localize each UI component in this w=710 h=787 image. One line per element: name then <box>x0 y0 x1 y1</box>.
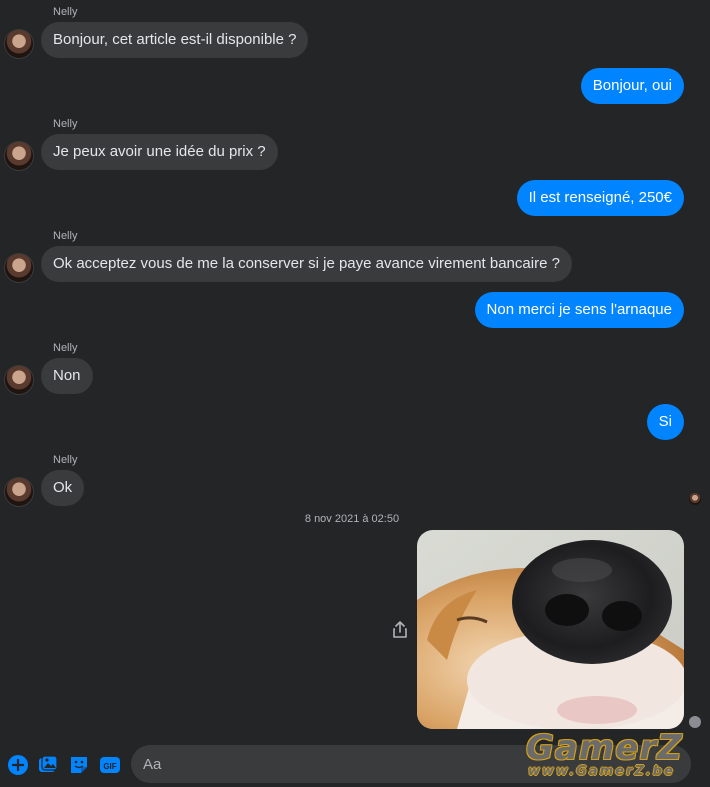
dog-photo <box>417 530 684 729</box>
message-outgoing[interactable]: Bonjour, oui <box>580 68 684 104</box>
svg-text:GIF: GIF <box>103 762 116 771</box>
sender-name: Nelly <box>53 342 78 354</box>
avatar[interactable] <box>5 478 33 506</box>
read-receipt-avatar <box>689 493 701 505</box>
sent-check-icon <box>689 716 701 728</box>
sender-name: Nelly <box>53 230 78 242</box>
message-timestamp: 8 nov 2021 à 02:50 <box>304 513 400 525</box>
watermark: GamerZ www.GamerZ.be <box>520 728 700 784</box>
image-icon[interactable] <box>37 754 59 776</box>
avatar[interactable] <box>5 142 33 170</box>
gif-icon[interactable]: GIF <box>99 754 121 776</box>
message-outgoing[interactable]: Il est renseigné, 250€ <box>516 180 684 216</box>
plus-circle-icon[interactable] <box>7 754 29 776</box>
message-incoming[interactable]: Ok acceptez vous de me la conserver si j… <box>41 246 572 282</box>
sender-name: Nelly <box>53 454 78 466</box>
watermark-logo: GamerZ <box>526 728 683 768</box>
avatar[interactable] <box>5 366 33 394</box>
share-icon[interactable] <box>390 620 410 640</box>
avatar[interactable] <box>5 30 33 58</box>
message-incoming[interactable]: Bonjour, cet article est-il disponible ? <box>41 22 309 58</box>
watermark-url: www.GamerZ.be <box>528 764 675 779</box>
message-incoming[interactable]: Ok <box>41 470 85 506</box>
photo-message[interactable] <box>417 530 684 729</box>
message-incoming[interactable]: Je peux avoir une idée du prix ? <box>41 134 278 170</box>
sender-name: Nelly <box>53 118 78 130</box>
message-incoming[interactable]: Non <box>41 358 93 394</box>
avatar[interactable] <box>5 254 33 282</box>
message-outgoing[interactable]: Non merci je sens l'arnaque <box>474 292 684 328</box>
sticker-icon[interactable] <box>68 754 90 776</box>
message-outgoing[interactable]: Si <box>646 404 684 440</box>
sender-name: Nelly <box>53 6 78 18</box>
